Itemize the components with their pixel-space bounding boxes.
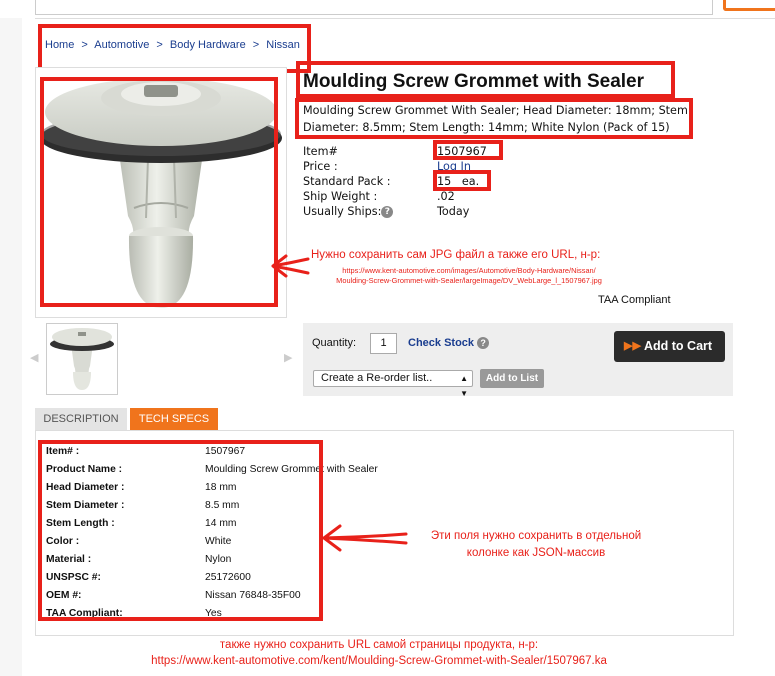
- spec-ships-row: Usually Ships:?: [303, 205, 394, 218]
- check-stock-link[interactable]: Check Stock ?: [408, 337, 490, 350]
- annotation-box-pack: [433, 170, 491, 191]
- annotation-page-url: https://www.kent-automotive.com/kent/Mou…: [151, 655, 607, 667]
- header-orange-button[interactable]: [723, 0, 775, 11]
- reorder-list-select[interactable]: Create a Re-order list.. ▲ ▼: [313, 370, 473, 398]
- header-field[interactable]: [35, 0, 713, 15]
- spec-item-label: Item#: [303, 145, 338, 158]
- add-to-cart-button[interactable]: ▶▶ Add to Cart: [614, 331, 725, 362]
- spec-weight-value: .02: [437, 190, 455, 203]
- annotation-box-image: [40, 77, 278, 307]
- dropdown-caret-icon: ▲ ▼: [460, 374, 468, 398]
- add-to-list-button[interactable]: Add to List: [480, 369, 544, 388]
- annotation-box-title: [296, 61, 675, 98]
- help-icon[interactable]: ?: [381, 206, 394, 218]
- spec-ships-value: Today: [437, 205, 470, 218]
- quantity-input[interactable]: 1: [370, 333, 397, 354]
- annotation-box-description: [295, 98, 693, 139]
- check-stock-label[interactable]: Check Stock: [408, 337, 474, 349]
- red-arrow-icon: [271, 254, 310, 278]
- chevron-left-icon[interactable]: ◀: [30, 351, 38, 364]
- top-header-strip: [35, 0, 775, 19]
- annotation-image-note: Нужно сохранить сам JPG файл а также его…: [311, 249, 601, 261]
- spec-pack-label: Standard Pack :: [303, 175, 391, 188]
- chevron-right-icon[interactable]: ▶: [284, 351, 292, 364]
- spec-weight-label: Ship Weight :: [303, 190, 378, 203]
- annotation-specs-note: Эти поля нужно сохранить в отдельной кол…: [430, 530, 642, 559]
- annotation-image-url: https://www.kent-automotive.com/images/A…: [336, 266, 602, 285]
- thumbnail-image[interactable]: [46, 323, 118, 395]
- annotation-box-item-number: [433, 140, 503, 160]
- help-icon[interactable]: ?: [477, 337, 490, 350]
- red-arrow-icon: [322, 524, 408, 552]
- taa-compliant-label: TAA Compliant: [598, 294, 671, 306]
- annotation-page-url-note: также нужно сохранить URL самой страницы…: [130, 637, 628, 669]
- tab-description[interactable]: DESCRIPTION: [35, 408, 127, 430]
- tab-tech-specs[interactable]: TECH SPECS: [130, 408, 218, 430]
- thumbnail-picture: [50, 328, 114, 390]
- spec-price-label: Price :: [303, 160, 338, 173]
- add-to-cart-label: Add to Cart: [644, 339, 713, 353]
- annotation-box-tech-specs: [38, 440, 323, 621]
- spec-ships-label: Usually Ships:: [303, 205, 382, 218]
- quantity-label: Quantity:: [312, 337, 357, 349]
- page-left-margin: [0, 18, 22, 676]
- annotation-box-breadcrumb: [38, 24, 311, 73]
- reorder-list-value: Create a Re-order list..: [321, 372, 433, 384]
- annotation-page-note: также нужно сохранить URL самой страницы…: [219, 639, 539, 651]
- play-arrows-icon: ▶▶: [624, 340, 641, 352]
